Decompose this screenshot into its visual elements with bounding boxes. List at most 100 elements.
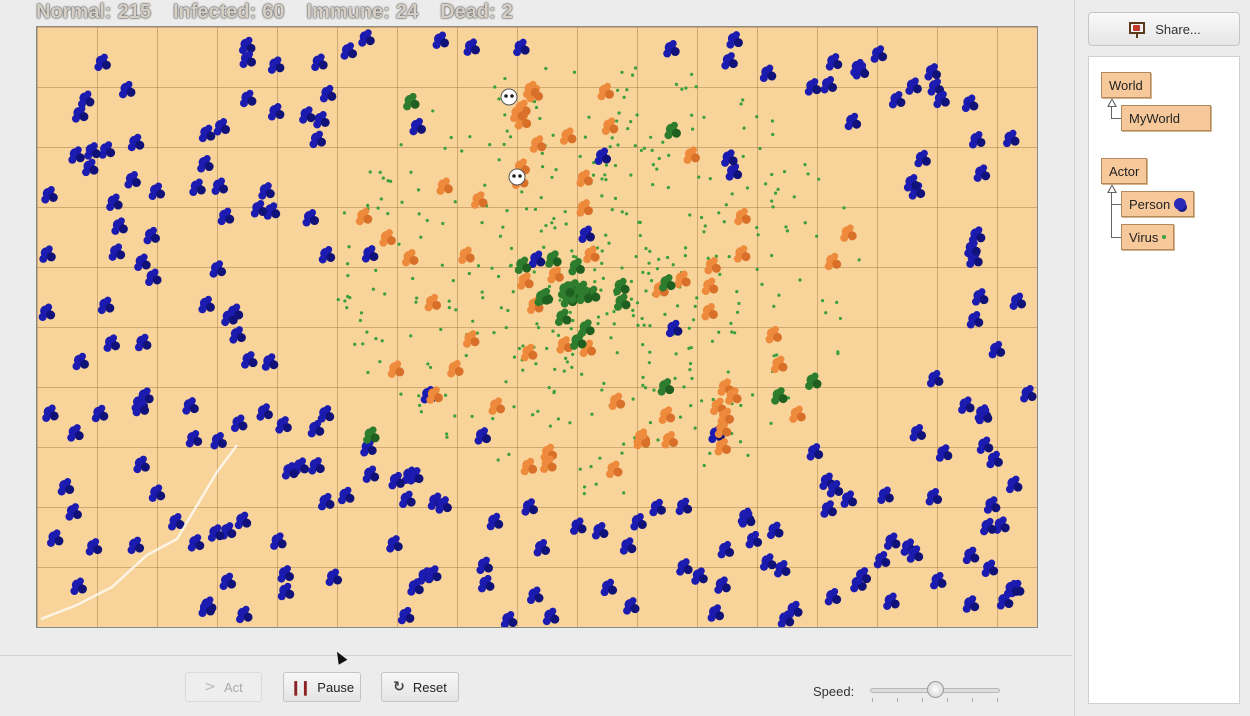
person-normal (250, 200, 268, 218)
virus-particle (512, 405, 516, 409)
person-infected (379, 229, 396, 247)
virus-particle (633, 144, 637, 148)
virus-particle (380, 339, 384, 343)
virus-particle (750, 393, 755, 397)
reset-button[interactable]: ↻ Reset (381, 672, 459, 702)
virus-particle (648, 249, 652, 253)
virus-particle (419, 235, 423, 239)
person-normal (230, 414, 248, 432)
world-svg (38, 29, 1037, 627)
person-normal (474, 427, 491, 445)
virus-particle (400, 200, 404, 204)
person-normal (806, 443, 824, 461)
person-immune (545, 250, 562, 268)
virus-particle (378, 360, 382, 364)
virus-particle (521, 344, 525, 348)
virus-particle (565, 360, 570, 364)
virus-particle (542, 245, 546, 249)
virus-particle (613, 163, 618, 168)
virus-particle (635, 113, 639, 117)
virus-particle (745, 186, 750, 190)
virus-particle (600, 388, 604, 392)
virus-particle (717, 330, 721, 334)
virus-particle (803, 221, 807, 225)
person-normal (270, 532, 287, 550)
virus-particle (727, 254, 731, 259)
virus-particle (497, 97, 501, 101)
class-diagram: World MyWorld Actor Person Virus (1088, 56, 1240, 704)
person-infected (401, 248, 419, 267)
virus-particle (673, 376, 677, 380)
person-normal (198, 124, 216, 143)
virus-particle (634, 254, 638, 259)
person-normal (968, 130, 986, 149)
virus-particle (693, 304, 697, 308)
virus-particle (625, 88, 629, 92)
virus-particle (374, 337, 378, 341)
virus-particle (777, 293, 781, 297)
class-virus[interactable]: Virus (1121, 224, 1175, 250)
person-normal (239, 89, 257, 108)
person-normal (148, 182, 166, 201)
person-immune (805, 372, 822, 390)
virus-particle (371, 287, 375, 291)
person-normal (39, 245, 56, 263)
virus-particle (733, 331, 737, 335)
virus-particle (631, 397, 635, 401)
virus-particle (598, 456, 602, 460)
person-normal (256, 403, 273, 421)
class-person[interactable]: Person (1121, 191, 1195, 217)
virus-particle (501, 225, 505, 229)
inherit-arrow-icon (1107, 98, 1117, 107)
virus-particle (678, 415, 683, 419)
virus-particle (824, 311, 828, 315)
person-immune (613, 277, 630, 296)
virus-particle (503, 76, 507, 81)
person-normal (386, 535, 403, 553)
share-button[interactable]: Share... (1088, 12, 1240, 46)
person-infected (576, 199, 593, 217)
person-infected (674, 270, 691, 289)
speed-slider-thumb[interactable] (927, 681, 944, 698)
virus-particle (417, 212, 421, 216)
virus-particle (428, 365, 433, 370)
virus-particle (717, 211, 721, 215)
person-normal (1005, 475, 1023, 494)
person-normal (463, 38, 481, 56)
act-button[interactable]: > Act (185, 672, 262, 702)
class-world[interactable]: World (1101, 72, 1151, 98)
person-normal (148, 484, 166, 502)
person-normal (318, 492, 335, 511)
virus-particle (616, 143, 620, 147)
virus-particle (741, 98, 745, 102)
person-normal (725, 163, 743, 181)
virus-particle (508, 135, 513, 139)
virus-icon (1162, 235, 1167, 239)
virus-particle (460, 149, 464, 153)
virus-particle (708, 177, 712, 181)
virus-particle (620, 451, 624, 455)
virus-particle (682, 385, 686, 389)
person-normal (234, 511, 252, 530)
virus-particle (582, 491, 586, 496)
class-actor[interactable]: Actor (1101, 158, 1148, 184)
person-normal (909, 423, 927, 442)
virus-particle (680, 87, 684, 91)
side-panel: Share... World MyWorld Actor Person Viru… (1074, 0, 1250, 716)
share-label: Share... (1155, 21, 1201, 37)
virus-particle (470, 414, 474, 418)
pause-button[interactable]: ❙❙ Pause (283, 672, 361, 702)
virus-particle (815, 234, 819, 238)
person-infected (517, 272, 534, 290)
virus-particle (688, 213, 692, 217)
virus-particle (551, 133, 555, 137)
person-infected (824, 252, 842, 271)
person-normal (591, 522, 609, 540)
person-infected (387, 360, 405, 378)
virus-particle (644, 246, 648, 251)
virus-particle (785, 229, 790, 233)
virus-particle (769, 421, 773, 425)
world-canvas[interactable] (36, 26, 1038, 628)
virus-particle (544, 223, 548, 228)
class-myworld[interactable]: MyWorld (1121, 105, 1211, 131)
